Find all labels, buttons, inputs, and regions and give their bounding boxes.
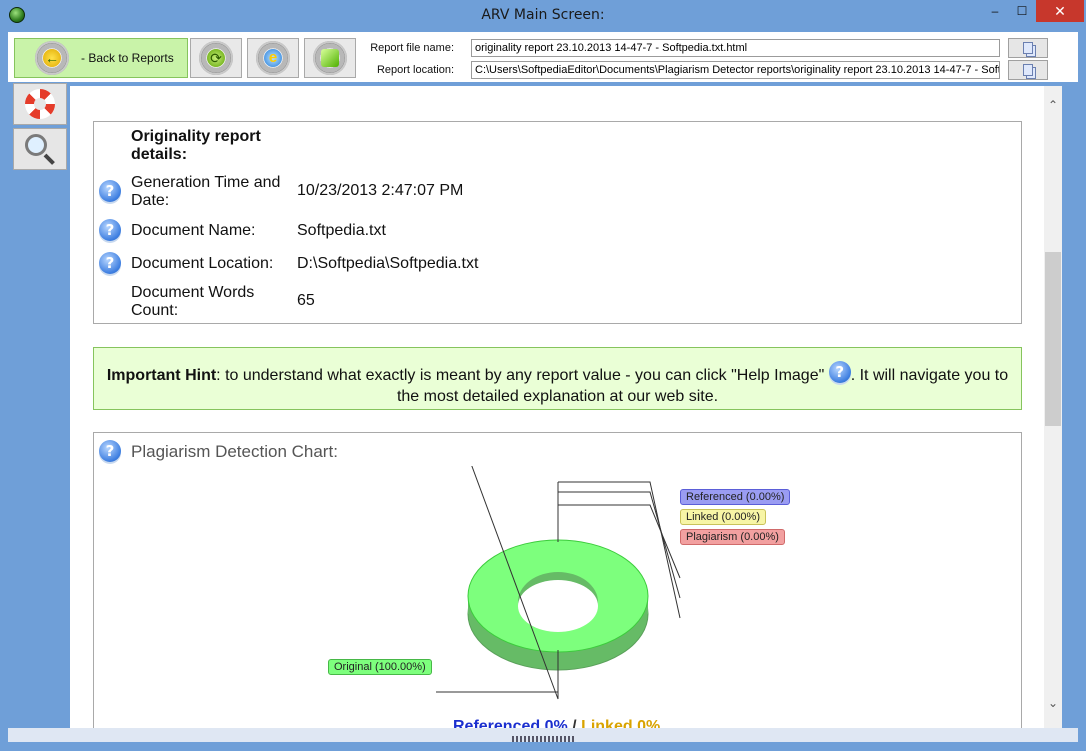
scroll-down-arrow[interactable]: ⌄ xyxy=(1044,696,1062,710)
label-referenced: Referenced (0.00%) xyxy=(680,489,791,505)
document-name-value: Softpedia.txt xyxy=(297,222,386,239)
document-location-label: Document Location: xyxy=(131,255,274,272)
splitter-grip[interactable] xyxy=(512,736,574,742)
footer-separator: / xyxy=(567,718,582,728)
help-icon[interactable]: ? xyxy=(99,252,121,274)
footer-linked: Linked 0% xyxy=(581,718,661,728)
details-heading: Originality report details: xyxy=(131,128,261,163)
browser-icon: e xyxy=(256,41,290,75)
back-arrow-icon: ← xyxy=(35,41,69,75)
lifebuoy-icon xyxy=(25,89,55,119)
report-file-label: Report file name: xyxy=(370,42,454,54)
footer-referenced: Referenced 0% xyxy=(453,718,568,728)
open-in-browser-button[interactable]: e xyxy=(247,38,299,78)
export-icon xyxy=(313,41,347,75)
report-location-field[interactable]: C:\Users\SoftpediaEditor\Documents\Plagi… xyxy=(471,61,1000,79)
label-original: Original (100.00%) xyxy=(328,659,432,675)
footer-legend: Referenced 0% / Linked 0% xyxy=(453,718,660,728)
refresh-button[interactable]: ⟳ xyxy=(190,38,242,78)
search-button[interactable] xyxy=(13,128,67,170)
minimize-button[interactable]: – xyxy=(982,0,1008,22)
generation-time-value: 10/23/2013 2:47:07 PM xyxy=(297,182,464,199)
maximize-button[interactable]: ☐ xyxy=(1008,0,1036,22)
copy-icon xyxy=(1023,64,1033,76)
window-title: ARV Main Screen: xyxy=(481,7,605,23)
copy-icon xyxy=(1023,42,1033,54)
chart-title: Plagiarism Detection Chart: xyxy=(131,442,338,461)
copy-file-name-button[interactable] xyxy=(1008,38,1048,58)
export-button[interactable] xyxy=(304,38,356,78)
magnifier-icon xyxy=(23,132,57,166)
document-location-value: D:\Softpedia\Softpedia.txt xyxy=(297,255,479,272)
help-icon[interactable]: ? xyxy=(99,180,121,202)
report-location-label: Report location: xyxy=(376,64,454,76)
document-name-label: Document Name: xyxy=(131,222,256,239)
close-button[interactable]: ✕ xyxy=(1036,0,1084,22)
help-support-button[interactable] xyxy=(13,83,67,125)
generation-time-label: Generation Time and Date: xyxy=(131,174,281,209)
refresh-icon: ⟳ xyxy=(199,41,233,75)
words-count-value: 65 xyxy=(297,292,315,309)
plagiarism-chart xyxy=(436,466,681,700)
help-icon[interactable]: ? xyxy=(828,361,851,383)
help-icon[interactable]: ? xyxy=(99,440,121,462)
back-to-reports-button[interactable]: ← - Back to Reports xyxy=(14,38,188,78)
words-count-label: Document Words Count: xyxy=(131,284,255,319)
scroll-up-arrow[interactable]: ⌃ xyxy=(1044,98,1062,112)
back-to-reports-label: - Back to Reports xyxy=(81,51,174,65)
label-linked: Linked (0.00%) xyxy=(680,509,766,525)
hint-bold: Important Hint xyxy=(106,367,217,385)
help-icon[interactable]: ? xyxy=(99,219,121,241)
hint-box: Important Hint: to understand what exact… xyxy=(93,347,1022,410)
hint-text-before: : to understand what exactly is meant by… xyxy=(216,367,829,385)
scrollbar-thumb[interactable] xyxy=(1045,252,1061,426)
report-view[interactable]: Originality report details: ? Generation… xyxy=(70,86,1044,728)
report-file-field[interactable]: originality report 23.10.2013 14-47-7 - … xyxy=(471,39,1000,57)
copy-location-button[interactable] xyxy=(1008,60,1048,80)
label-plagiarism: Plagiarism (0.00%) xyxy=(680,529,785,545)
